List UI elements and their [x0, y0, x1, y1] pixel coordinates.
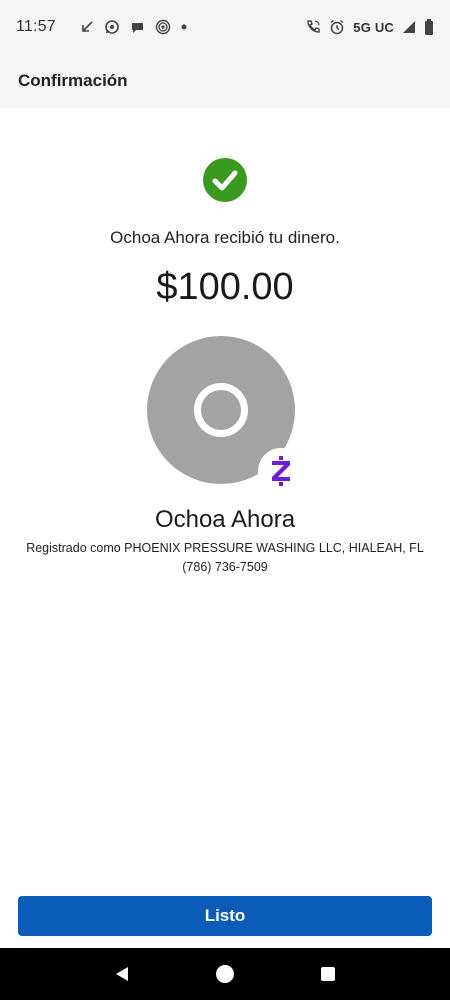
battery-icon	[424, 19, 434, 35]
done-button[interactable]: Listo	[18, 896, 432, 936]
home-icon[interactable]	[205, 954, 245, 994]
recipient-name: Ochoa Ahora	[154, 506, 296, 533]
payment-amount: $100.00	[156, 266, 294, 308]
app-header: Confirmación	[0, 54, 450, 108]
status-left: 11:57	[16, 18, 187, 36]
status-bar: 11:57 5G UC	[0, 0, 450, 54]
status-right: 5G UC	[305, 19, 434, 35]
back-icon[interactable]	[102, 954, 142, 994]
page-title: Confirmación	[18, 71, 128, 90]
notification-icons	[80, 19, 187, 35]
confirmation-content: Ochoa Ahora recibió tu dinero. $100.00 O…	[0, 108, 450, 888]
fingerprint-app-icon	[155, 19, 171, 35]
network-type-label: 5G UC	[353, 19, 394, 35]
status-time: 11:57	[16, 18, 56, 35]
success-check-icon	[203, 158, 247, 202]
whatsapp-icon	[104, 19, 120, 35]
signal-icon	[402, 20, 416, 34]
chat-bubble-icon	[130, 20, 145, 35]
recipient-phone: (786) 736-7509	[182, 560, 268, 574]
recipient-registered-as: Registrado como PHOENIX PRESSURE WASHING…	[26, 541, 424, 555]
wifi-calling-icon	[305, 19, 321, 35]
zelle-logo-icon	[258, 448, 304, 494]
recents-icon[interactable]	[308, 954, 348, 994]
navigation-bar	[0, 948, 450, 1000]
confirmation-message: Ochoa Ahora recibió tu dinero.	[110, 228, 340, 247]
avatar-placeholder-icon	[194, 383, 248, 437]
alarm-icon	[329, 19, 345, 35]
missed-call-arrow-icon	[80, 20, 94, 34]
dot-icon	[181, 24, 187, 30]
